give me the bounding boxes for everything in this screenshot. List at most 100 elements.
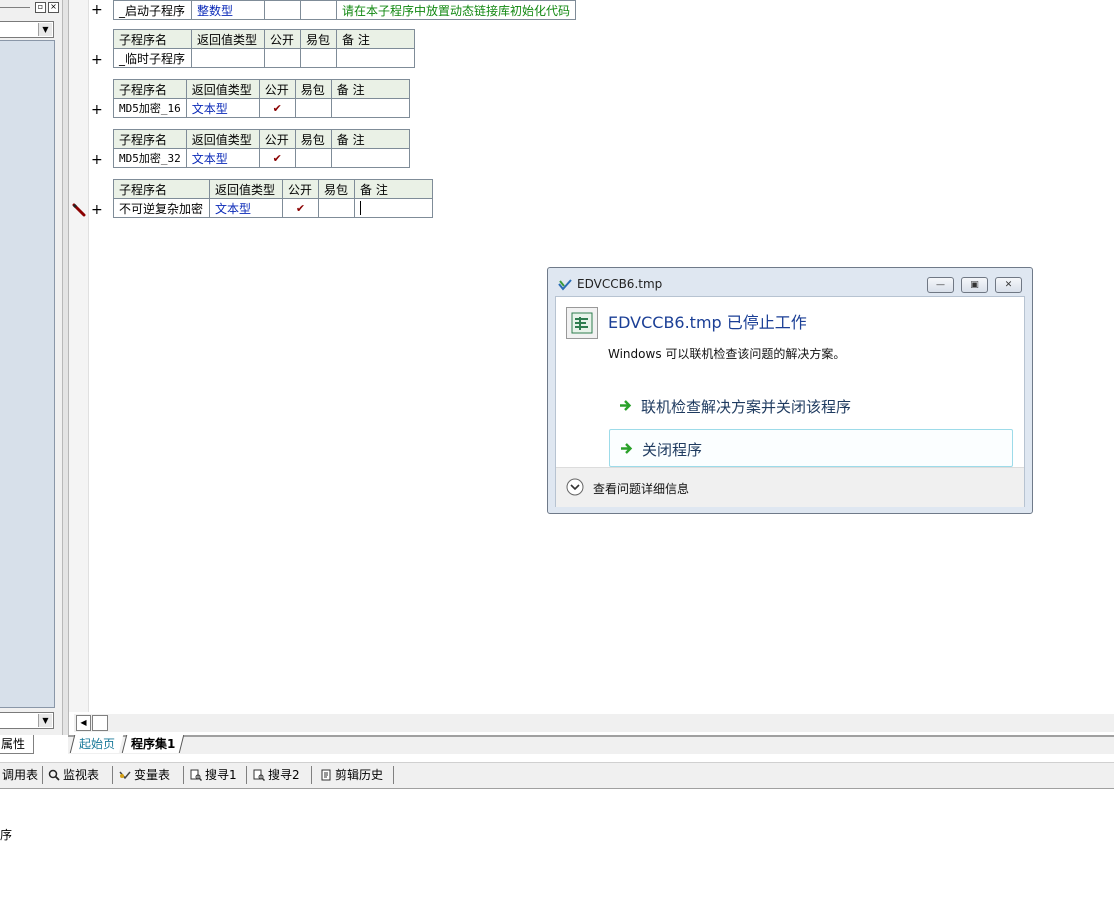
- column-header: 易包: [294, 129, 332, 149]
- close-icon: ✕: [1004, 280, 1013, 290]
- watch-table-button[interactable]: 监视表: [48, 767, 99, 783]
- clip-history-button[interactable]: 剪辑历史: [320, 767, 383, 783]
- column-header: 易包: [294, 79, 332, 99]
- table-row: _启动子程序 整数型 请在本子程序中放置动态链接库初始化代码: [113, 0, 577, 20]
- dialog-titlebar[interactable]: EDVCCB6.tmp — ▣ ✕: [548, 268, 1032, 296]
- subroutine-table: 子程序名 返回值类型 公开 易包 备 注 MD5加密_16 文本型 ✔: [113, 79, 410, 118]
- expand-icon[interactable]: +: [91, 3, 103, 17]
- scroll-left-icon[interactable]: ◀: [76, 715, 91, 731]
- return-type-cell[interactable]: 文本型: [185, 148, 260, 168]
- panel-close-icon[interactable]: ×: [48, 2, 59, 13]
- tab-program-set[interactable]: 程序集1: [121, 735, 185, 753]
- pencil-icon: [72, 203, 86, 217]
- scrollbar-thumb[interactable]: [92, 715, 108, 731]
- column-header: 易包: [318, 179, 355, 199]
- variable-icon: [119, 771, 131, 780]
- subroutine-name-cell[interactable]: MD5加密_16: [113, 98, 187, 118]
- expand-icon[interactable]: +: [91, 203, 103, 217]
- close-program-button[interactable]: 关闭程序: [609, 429, 1013, 467]
- public-checkmark[interactable]: ✔: [282, 198, 319, 218]
- toolbar-separator: [311, 766, 312, 784]
- chevron-down-icon[interactable]: ▼: [38, 23, 52, 36]
- clip-history-label: 剪辑历史: [335, 768, 384, 782]
- column-header: 返回值类型: [185, 79, 260, 99]
- call-table-button[interactable]: 调用表: [2, 767, 38, 783]
- column-header: 备 注: [330, 129, 410, 149]
- search2-button[interactable]: 搜寻2: [253, 767, 300, 783]
- expand-icon[interactable]: +: [91, 103, 103, 117]
- check-online-solution-button[interactable]: 联机检查解决方案并关闭该程序: [609, 387, 1013, 425]
- editor-tab-bar: [68, 735, 1114, 754]
- public-cell[interactable]: [264, 48, 301, 68]
- tab-start-page[interactable]: 起始页: [69, 735, 124, 753]
- subroutine-name-cell[interactable]: _临时子程序: [113, 48, 192, 68]
- column-header: 子程序名: [113, 129, 187, 149]
- easy-package-cell[interactable]: [300, 48, 337, 68]
- panel-splitter[interactable]: [62, 0, 69, 735]
- toolbar-separator: [183, 766, 184, 784]
- subroutine-table: 子程序名 返回值类型 公开 易包 备 注 MD5加密_32 文本型 ✔: [113, 129, 410, 168]
- search-doc-icon: [190, 769, 202, 781]
- subroutine-name-cell[interactable]: MD5加密_32: [113, 148, 187, 168]
- column-header: 公开: [282, 179, 319, 199]
- output-text: 序: [0, 828, 13, 842]
- easy-package-cell[interactable]: [318, 198, 355, 218]
- tab-properties[interactable]: 属性: [0, 735, 34, 754]
- expand-icon[interactable]: +: [91, 153, 103, 167]
- chevron-down-icon[interactable]: [566, 478, 584, 496]
- public-cell[interactable]: [264, 0, 301, 20]
- maximize-button[interactable]: ▣: [961, 277, 988, 293]
- column-header: 返回值类型: [185, 129, 260, 149]
- variable-table-button[interactable]: 变量表: [119, 767, 170, 783]
- note-cell-editing[interactable]: [354, 198, 433, 218]
- minimize-button[interactable]: —: [927, 277, 954, 293]
- table-header-row: 子程序名 返回值类型 公开 易包 备 注: [113, 129, 410, 149]
- crash-dialog: EDVCCB6.tmp — ▣ ✕ EDVCCB6.tmp 已停止工作 Wind…: [547, 267, 1033, 514]
- toolbar-separator: [42, 766, 43, 784]
- column-header: 子程序名: [113, 179, 210, 199]
- dialog-body: EDVCCB6.tmp 已停止工作 Windows 可以联机检查该问题的解决方案…: [555, 296, 1025, 507]
- expand-icon[interactable]: +: [91, 53, 103, 67]
- public-checkmark[interactable]: ✔: [258, 148, 296, 168]
- panel-bottom-dropdown[interactable]: ▼: [0, 712, 54, 729]
- dialog-title: EDVCCB6.tmp: [577, 277, 663, 291]
- tab-start-label: 起始页: [79, 737, 116, 751]
- easy-package-cell[interactable]: [300, 0, 337, 20]
- column-header: 备 注: [330, 79, 410, 99]
- return-type-cell[interactable]: [191, 48, 265, 68]
- output-panel[interactable]: [0, 790, 1114, 915]
- horizontal-scrollbar[interactable]: [74, 714, 1114, 732]
- view-details-link[interactable]: 查看问题详细信息: [593, 480, 689, 497]
- note-cell[interactable]: [336, 48, 415, 68]
- easy-package-cell[interactable]: [294, 98, 332, 118]
- table-row: MD5加密_32 文本型 ✔: [113, 148, 410, 168]
- dialog-description: Windows 可以联机检查该问题的解决方案。: [608, 347, 846, 361]
- easy-package-cell[interactable]: [294, 148, 332, 168]
- return-type-cell[interactable]: 文本型: [209, 198, 283, 218]
- program-icon: [566, 307, 598, 339]
- return-type-cell[interactable]: 整数型: [191, 0, 265, 20]
- note-cell[interactable]: [330, 98, 410, 118]
- search1-label: 搜寻1: [205, 768, 237, 782]
- column-header: 备 注: [354, 179, 433, 199]
- panel-title-line: [0, 7, 30, 8]
- toolbar-separator: [393, 766, 394, 784]
- return-type-cell[interactable]: 文本型: [185, 98, 260, 118]
- magnifier-icon: [48, 769, 60, 781]
- panel-restore-icon[interactable]: ▫: [35, 2, 46, 13]
- table-row: _临时子程序: [113, 48, 415, 68]
- note-cell[interactable]: [330, 148, 410, 168]
- subroutine-name-cell[interactable]: 不可逆复杂加密: [113, 198, 210, 218]
- note-cell[interactable]: 请在本子程序中放置动态链接库初始化代码: [335, 0, 577, 20]
- project-tree[interactable]: [0, 40, 55, 708]
- panel-object-dropdown[interactable]: ▼: [0, 21, 54, 38]
- table-row: MD5加密_16 文本型 ✔: [113, 98, 410, 118]
- column-header: 公开: [258, 79, 296, 99]
- subroutine-name-cell[interactable]: _启动子程序: [113, 0, 192, 20]
- dialog-footer: 查看问题详细信息: [556, 467, 1024, 507]
- chevron-down-icon[interactable]: ▼: [38, 714, 52, 727]
- search1-button[interactable]: 搜寻1: [190, 767, 237, 783]
- column-header: 公开: [264, 29, 301, 49]
- close-button[interactable]: ✕: [995, 277, 1022, 293]
- public-checkmark[interactable]: ✔: [258, 98, 296, 118]
